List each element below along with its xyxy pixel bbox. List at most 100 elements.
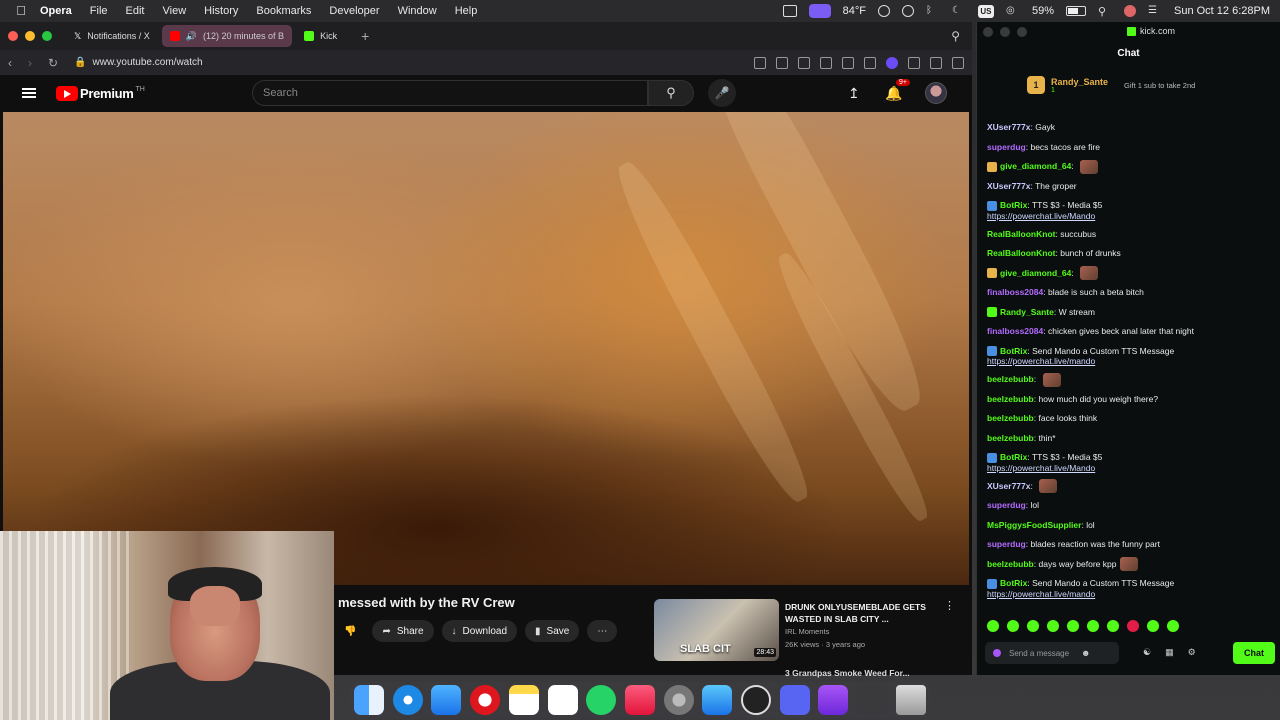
download-button[interactable]: ↓ Download — [441, 620, 518, 642]
tab-search-icon[interactable]: ⚲ — [951, 29, 960, 43]
emote-button[interactable] — [1067, 620, 1079, 632]
chat-username[interactable]: beelzebubb — [987, 559, 1034, 569]
camera-icon[interactable] — [776, 56, 788, 69]
video-player[interactable] — [3, 112, 969, 585]
new-tab-button[interactable]: + — [361, 28, 369, 44]
reminders-icon[interactable] — [547, 685, 578, 715]
chat-username[interactable]: XUser777x — [987, 481, 1030, 491]
voice-icon[interactable] — [993, 649, 1001, 657]
notifications-bell-icon[interactable]: 🔔 — [885, 85, 902, 102]
shield-icon[interactable] — [798, 56, 810, 69]
chat-link[interactable]: https://powerchat.live/Mando — [987, 211, 1277, 221]
send-chat-button[interactable]: Chat — [1233, 642, 1275, 664]
chat-username[interactable]: RealBalloonKnot — [987, 229, 1055, 239]
back-icon[interactable]: ‹ — [8, 56, 12, 70]
bluetooth-icon[interactable]: ᛒ — [926, 5, 940, 17]
apple-icon[interactable]:  — [14, 4, 28, 18]
chat-username[interactable]: Randy_Sante — [1000, 307, 1054, 317]
mail-icon[interactable] — [431, 685, 462, 715]
related-channel[interactable]: IRL Moments — [785, 627, 829, 636]
minimize-window-button[interactable] — [25, 31, 35, 41]
emote-button[interactable] — [1047, 620, 1059, 632]
tab-x-notifications[interactable]: 𝕏 Notifications / X — [66, 25, 158, 47]
stream-app-icon[interactable] — [808, 4, 831, 18]
extension-icon[interactable] — [886, 56, 898, 69]
focus-moon-icon[interactable]: ☾ — [952, 5, 966, 17]
related-title-2[interactable]: 3 Grandpas Smoke Weed For... — [785, 668, 910, 678]
menu-help[interactable]: Help — [455, 5, 478, 17]
emote-button[interactable] — [1127, 620, 1139, 632]
menu-file[interactable]: File — [90, 5, 108, 17]
lock-icon[interactable]: 🔒 — [74, 57, 86, 68]
chat-username[interactable]: finalboss2084 — [987, 326, 1043, 336]
mail-app-icon[interactable] — [818, 685, 849, 715]
battery-icon[interactable] — [1066, 6, 1086, 16]
opera-icon[interactable] — [470, 685, 501, 715]
easy-setup-icon[interactable] — [908, 56, 920, 69]
safari-icon[interactable] — [392, 685, 423, 715]
sidebar-icon[interactable] — [952, 56, 964, 69]
menu-view[interactable]: View — [163, 5, 187, 17]
obs-icon[interactable] — [741, 685, 772, 715]
music-icon[interactable] — [624, 685, 655, 715]
chat-emote[interactable] — [1039, 479, 1058, 494]
chat-username[interactable]: beelzebubb — [987, 394, 1034, 404]
menu-hamburger-icon[interactable] — [22, 88, 36, 98]
emote-button[interactable] — [987, 620, 999, 632]
emote-button[interactable] — [1107, 620, 1119, 632]
menu-app-name[interactable]: Opera — [40, 5, 72, 17]
chat-link[interactable]: https://powerchat.live/mando — [987, 356, 1277, 366]
chat-username[interactable]: give_diamond_64 — [1000, 161, 1071, 171]
chat-username[interactable]: BotRix — [1000, 578, 1027, 588]
chat-username[interactable]: beelzebubb — [987, 413, 1034, 423]
save-button[interactable]: ▮ Save — [525, 620, 580, 642]
clock[interactable]: Sun Oct 12 6:28PM — [1174, 5, 1270, 17]
screen-mirror-icon[interactable] — [782, 5, 797, 17]
settings-gear-icon[interactable]: ⚙ — [1188, 647, 1196, 658]
zoom-window-button[interactable] — [1017, 27, 1027, 37]
download-icon[interactable] — [864, 56, 876, 69]
chat-username[interactable]: beelzebubb — [987, 433, 1034, 443]
chat-emote[interactable] — [1120, 557, 1139, 572]
more-actions-button[interactable]: ⋯ — [587, 620, 618, 642]
chat-username[interactable]: give_diamond_64 — [1000, 268, 1071, 278]
chat-username[interactable]: XUser777x — [987, 122, 1030, 132]
play-icon[interactable] — [901, 5, 914, 17]
menu-bookmarks[interactable]: Bookmarks — [256, 5, 311, 17]
keyboard-layout[interactable]: US — [977, 4, 994, 18]
share-icon[interactable]: ☯ — [1143, 647, 1151, 658]
emote-button[interactable] — [1087, 620, 1099, 632]
media-icon[interactable] — [820, 56, 832, 69]
emote-button[interactable] — [1027, 620, 1039, 632]
profile-icon[interactable] — [930, 56, 942, 69]
forward-icon[interactable]: › — [28, 56, 32, 70]
related-thumbnail[interactable]: SLAB CIT 28:43 — [654, 599, 779, 661]
headphones-icon[interactable] — [877, 5, 890, 17]
gift-leaderboard[interactable]: 1 Randy_Sante 1 Gift 1 sub to take 2nd — [1027, 76, 1195, 94]
calendar-icon[interactable]: ▦ — [1165, 647, 1174, 658]
chat-username[interactable]: BotRix — [1000, 346, 1027, 356]
dislike-button[interactable]: 👎 — [336, 620, 364, 642]
menu-history[interactable]: History — [204, 5, 238, 17]
more-options-icon[interactable]: ⋮ — [944, 599, 955, 612]
discord-icon[interactable] — [779, 685, 810, 715]
chat-emote[interactable] — [1080, 266, 1099, 281]
menu-window[interactable]: Window — [398, 5, 437, 17]
share-button[interactable]: ➦ Share — [372, 620, 434, 642]
chat-emote[interactable] — [1080, 159, 1099, 174]
user-avatar-icon[interactable] — [1124, 5, 1136, 17]
emote-button[interactable] — [1007, 620, 1019, 632]
chat-username[interactable]: superdug — [987, 539, 1026, 549]
chat-username[interactable]: RealBalloonKnot — [987, 248, 1055, 258]
chat-emote[interactable] — [1042, 372, 1061, 387]
emote-button[interactable] — [1147, 620, 1159, 632]
chat-input[interactable] — [1009, 648, 1081, 658]
search-button[interactable]: ⚲ — [648, 80, 694, 106]
tab-kick[interactable]: Kick — [296, 25, 345, 47]
chat-link[interactable]: https://powerchat.live/mando — [987, 589, 1277, 599]
chat-username[interactable]: BotRix — [1000, 452, 1027, 462]
chat-username[interactable]: XUser777x — [987, 181, 1030, 191]
voice-search-mic-icon[interactable]: 🎤 — [708, 79, 736, 107]
system-settings-icon[interactable] — [663, 685, 694, 715]
edit-icon[interactable] — [754, 56, 766, 69]
